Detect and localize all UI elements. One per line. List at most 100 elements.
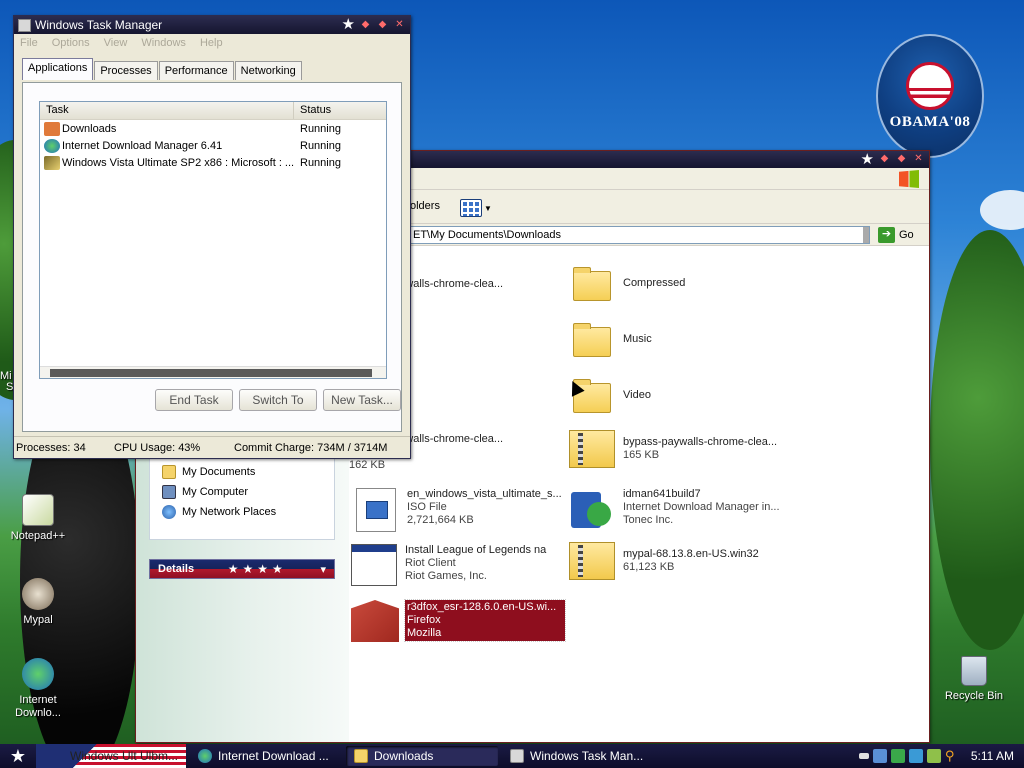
obama-badge: OBAMA'08 — [876, 34, 984, 158]
chevron-down-icon: ▾ — [320, 563, 326, 576]
end-task-button[interactable]: End Task — [155, 389, 233, 411]
address-dropdown-button[interactable] — [863, 227, 869, 243]
start-button[interactable]: ★ — [0, 744, 36, 768]
idm-icon — [22, 658, 54, 690]
place-my-network-places[interactable]: My Network Places — [162, 505, 276, 519]
file-text: Compressed — [623, 265, 685, 290]
taskbar-button-label: Internet Download ... — [218, 749, 329, 763]
menu-file[interactable]: File — [20, 37, 38, 49]
address-input[interactable]: ET\My Documents\Downloads — [410, 226, 870, 244]
details-label: Details — [158, 563, 195, 575]
taskbar-button-taskmgr[interactable]: Windows Task Man... — [502, 746, 654, 766]
star-icon: ★ — [341, 16, 355, 33]
desktop-icon-idm[interactable]: Internet Downlo... — [0, 658, 76, 720]
taskbar-button-idm[interactable]: Internet Download ... — [190, 746, 342, 766]
menu-view[interactable]: View — [104, 37, 128, 49]
application-icon — [351, 544, 397, 586]
desktop-icon-notepadpp[interactable]: Notepad++ — [0, 494, 76, 543]
desktop-icon-mypal[interactable]: Mypal — [0, 578, 76, 627]
close-button[interactable]: ✕ — [393, 19, 406, 32]
iso-file-icon — [353, 488, 399, 532]
processes-count: Processes: 34 — [16, 441, 86, 454]
address-value: ET\My Documents\Downloads — [413, 229, 561, 241]
column-status[interactable]: Status — [294, 102, 386, 119]
file-item[interactable]: Install League of Legends na Riot Client… — [351, 544, 546, 586]
horizontal-scrollbar[interactable] — [40, 366, 386, 378]
maximize-button[interactable]: ◆ — [376, 19, 389, 32]
menu-windows[interactable]: Windows — [141, 37, 186, 49]
file-item[interactable]: en_windows_vista_ultimate_s... ISO File … — [353, 488, 562, 532]
place-my-computer[interactable]: My Computer — [162, 485, 248, 499]
minimize-button[interactable]: ◆ — [878, 153, 891, 166]
file-item[interactable]: idman641build7 Internet Download Manager… — [569, 488, 780, 530]
folders-button[interactable]: olders — [410, 200, 440, 212]
file-item-selected[interactable]: r3dfox_esr-128.6.0.en-US.wi... Firefox M… — [351, 599, 566, 642]
search-icon[interactable]: ⚲ — [945, 749, 959, 763]
views-button[interactable]: ▼ — [460, 198, 492, 218]
new-task-button[interactable]: New Task... — [323, 389, 401, 411]
tab-applications[interactable]: Applications — [22, 58, 94, 80]
file-name: Compressed — [623, 277, 686, 289]
place-label: My Documents — [182, 466, 256, 478]
task-manager-window: Windows Task Manager ★ ◆ ◆ ✕ File Option… — [13, 15, 411, 459]
safely-remove-icon[interactable] — [890, 749, 905, 763]
desktop-icon-recycle-bin[interactable]: Recycle Bin — [936, 656, 1012, 703]
task-row[interactable]: Downloads Running — [40, 120, 386, 137]
maximize-button[interactable]: ◆ — [895, 153, 908, 166]
menu-help[interactable]: Help — [200, 37, 223, 49]
taskbar-button-downloads[interactable]: Downloads — [346, 746, 498, 766]
tab-performance[interactable]: Performance — [158, 61, 234, 80]
tab-networking[interactable]: Networking — [234, 61, 302, 80]
file-text: bypass-paywalls-chrome-clea... 165 KB — [623, 430, 777, 462]
file-name: Music — [623, 333, 652, 345]
windows-flag-icon — [899, 170, 919, 188]
cpu-usage: CPU Usage: 43% — [114, 441, 201, 454]
details-panel-header[interactable]: Details ★★★★ ▾ — [149, 559, 335, 579]
keyboard-icon[interactable] — [858, 753, 869, 759]
taskmgr-tabs: Applications Processes Performance Netwo… — [22, 58, 303, 80]
task-name: Downloads — [62, 122, 117, 135]
file-text: idman641build7 Internet Download Manager… — [623, 488, 780, 527]
clock[interactable]: 5:11 AM — [971, 749, 1014, 763]
folder-icon — [354, 749, 368, 763]
taskbar: ★ Windows Ult Ulbm... Internet Download … — [0, 744, 1024, 768]
scrollbar-thumb[interactable] — [50, 369, 372, 377]
other-places-panel: My Documents My Computer My Network Plac… — [149, 451, 336, 540]
file-item[interactable]: Compressed — [569, 265, 685, 307]
mypal-icon — [22, 578, 54, 610]
tab-processes[interactable]: Processes — [94, 61, 158, 80]
file-name: Install League of Legends na — [405, 544, 547, 556]
cloud — [980, 190, 1024, 230]
tree-right — [930, 230, 1024, 650]
taskmgr-titlebar[interactable]: Windows Task Manager ★ ◆ ◆ ✕ — [14, 16, 410, 34]
file-company: Tonec Inc. — [623, 514, 674, 526]
taskbar-button-vista[interactable]: Windows Ult Ulbm... — [36, 744, 186, 768]
file-size: 162 KB — [349, 459, 386, 471]
file-size: 165 KB — [623, 449, 660, 461]
network-icon[interactable] — [872, 749, 887, 763]
menu-options[interactable]: Options — [52, 37, 90, 49]
file-item[interactable]: bypass-paywalls-chrome-clea... 165 KB — [569, 430, 777, 472]
idm-tray-icon[interactable] — [908, 749, 923, 763]
utility-tray-icon[interactable] — [926, 749, 941, 763]
file-text: en_windows_vista_ultimate_s... ISO File … — [407, 488, 562, 527]
switch-to-button[interactable]: Switch To — [239, 389, 317, 411]
place-my-documents[interactable]: My Documents — [162, 465, 255, 479]
file-name: Video — [623, 389, 651, 401]
folder-icon — [569, 321, 615, 361]
file-item[interactable]: Music — [569, 321, 652, 363]
close-button[interactable]: ✕ — [912, 153, 925, 166]
star-icon: ★ — [9, 745, 27, 766]
idm-installer-icon — [569, 488, 615, 528]
go-button[interactable]: ➔ Go — [878, 227, 914, 243]
column-task[interactable]: Task — [40, 102, 294, 119]
file-name: bypass-paywalls-chrome-clea... — [623, 436, 778, 448]
minimize-button[interactable]: ◆ — [359, 19, 372, 32]
chevron-down-icon: ▼ — [484, 203, 492, 213]
task-row[interactable]: Windows Vista Ultimate SP2 x86 : Microso… — [40, 154, 386, 171]
file-description: Riot Client — [405, 557, 456, 569]
task-row[interactable]: Internet Download Manager 6.41 Running — [40, 137, 386, 154]
taskmgr-icon — [18, 18, 31, 32]
file-item[interactable]: mypal-68.13.8.en-US.win32 61,123 KB — [569, 542, 759, 584]
task-list: Task Status Downloads Running Internet D… — [39, 101, 387, 379]
